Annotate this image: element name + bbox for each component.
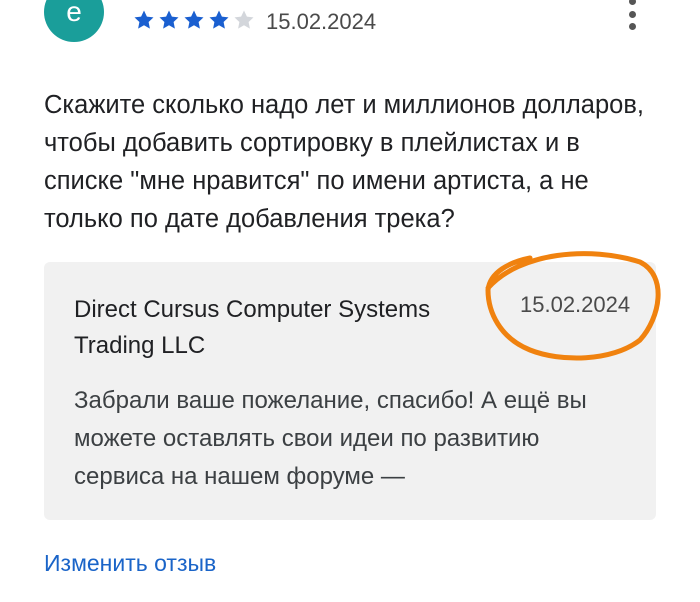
avatar-letter: е	[66, 0, 82, 27]
star-icon	[134, 10, 154, 29]
edit-review-link[interactable]: Изменить отзыв	[44, 548, 216, 578]
developer-reply: Direct Cursus Computer Systems Trading L…	[44, 262, 656, 520]
dot	[628, 10, 636, 18]
star-icon	[184, 10, 204, 29]
review-text: Скажите сколько надо лет и миллионов дол…	[44, 91, 644, 233]
review-card: е 15.02.2024 Скажите сколько надо лет и …	[0, 0, 700, 602]
star-icon	[159, 10, 179, 29]
star-rating	[132, 8, 256, 32]
star-icon	[209, 10, 229, 29]
dot	[628, 23, 636, 30]
reply-text: Забрали ваше пожелание, спасибо! А ещё в…	[74, 387, 587, 490]
more-options-icon[interactable]	[620, 0, 644, 30]
developer-name: Direct Cursus Computer Systems Trading L…	[74, 296, 431, 359]
avatar: е	[44, 0, 104, 42]
reply-date: 15.02.2024	[520, 292, 631, 317]
star-icon	[234, 10, 254, 29]
dot	[628, 0, 636, 5]
review-date: 15.02.2024	[266, 9, 377, 34]
